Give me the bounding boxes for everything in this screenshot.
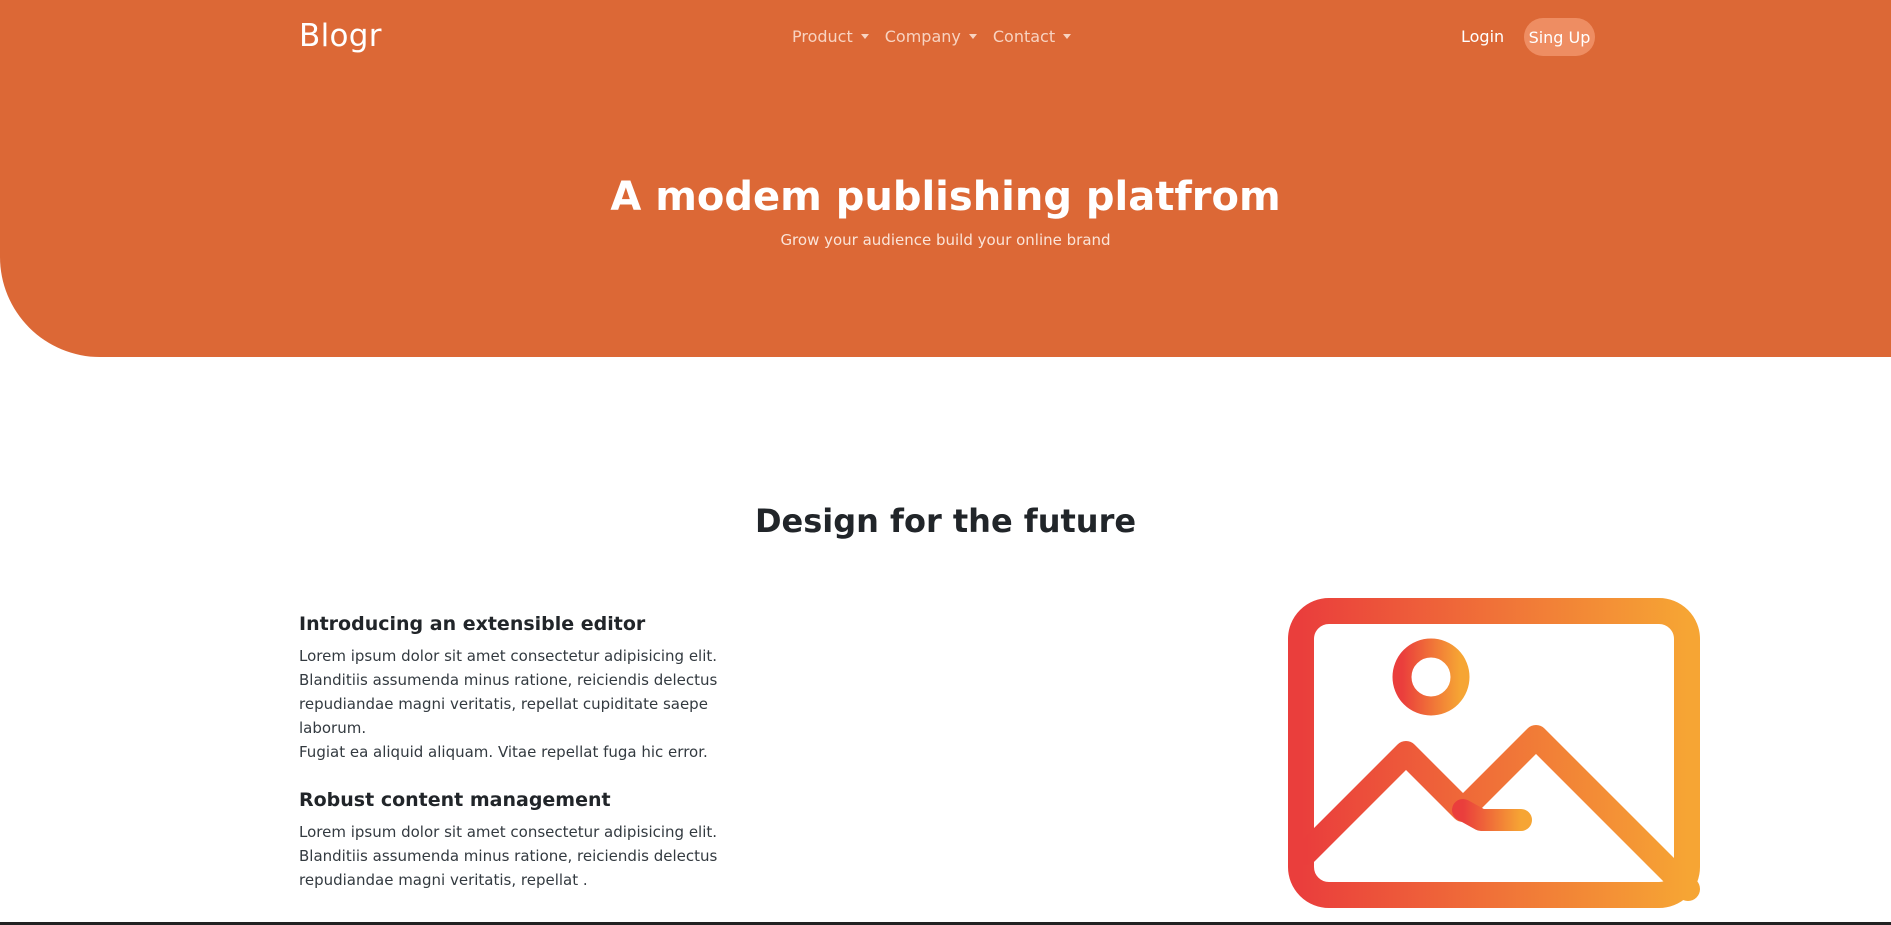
nav-item-contact[interactable]: Contact (992, 27, 1072, 46)
navbar: Blogr Product Company Contact Login Sing… (0, 0, 1891, 76)
nav-item-company[interactable]: Company (885, 27, 977, 46)
page: Blogr Product Company Contact Login Sing… (0, 0, 1891, 925)
caret-down-icon (860, 34, 869, 39)
hero-header: Blogr Product Company Contact Login Sing… (0, 0, 1891, 357)
section-title: Design for the future (754, 502, 1137, 540)
ridge-line (1452, 799, 1532, 831)
nav-item-label: Company (884, 27, 961, 46)
login-link[interactable]: Login (1461, 27, 1504, 46)
hero-title: A modem publishing platfrom (610, 174, 1281, 220)
signup-button[interactable]: Sing Up (1524, 18, 1595, 56)
feature-editor: Introducing an extensible editor Lorem i… (299, 613, 779, 764)
nav-item-label: Contact (992, 27, 1056, 46)
caret-down-icon (968, 34, 977, 39)
brand-logo[interactable]: Blogr (299, 18, 382, 54)
nav-item-product[interactable]: Product (792, 27, 869, 46)
image-icon (1288, 598, 1700, 908)
caret-down-icon (1063, 34, 1072, 39)
sun-circle (1392, 638, 1470, 716)
feature-title: Robust content management (299, 789, 611, 811)
feature-body: Lorem ipsum dolor sit amet consectetur a… (299, 647, 718, 761)
feature-body: Lorem ipsum dolor sit amet consectetur a… (299, 823, 718, 889)
feature-content-management: Robust content management Lorem ipsum do… (299, 789, 779, 892)
nav-item-label: Product (792, 27, 853, 46)
nav-menu: Product Company Contact (792, 27, 1072, 46)
hero-subtitle: Grow your audience build your online bra… (780, 231, 1111, 249)
feature-title: Introducing an extensible editor (299, 613, 646, 635)
image-frame (1288, 598, 1700, 908)
